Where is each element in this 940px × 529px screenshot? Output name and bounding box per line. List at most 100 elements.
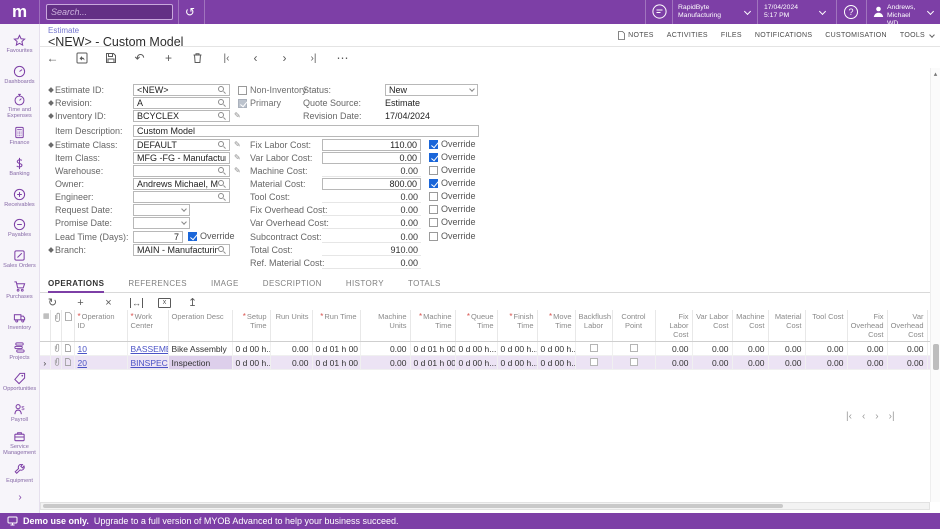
var-overhead-cost-cell[interactable]: 0.00 bbox=[887, 355, 928, 370]
search-input[interactable] bbox=[51, 7, 168, 17]
paperclip-column-header[interactable] bbox=[50, 310, 62, 342]
finish-time-cell[interactable]: 0 d 00 h... bbox=[497, 341, 538, 356]
sidebar-item-favourites[interactable]: Favourites bbox=[0, 29, 39, 60]
first-record-button[interactable]: |‹ bbox=[220, 53, 233, 64]
checkbox[interactable] bbox=[429, 139, 438, 149]
checkbox[interactable] bbox=[429, 231, 438, 241]
promise-date-field[interactable] bbox=[133, 217, 190, 229]
override-checkbox[interactable]: Override bbox=[429, 139, 476, 149]
tab-image[interactable]: IMAGE bbox=[211, 276, 239, 293]
control-point-cell[interactable] bbox=[612, 355, 656, 370]
column-header-move-time[interactable]: *Move Time bbox=[537, 310, 576, 342]
notes-column-header[interactable] bbox=[61, 310, 75, 342]
override-checkbox[interactable]: Override bbox=[429, 165, 476, 175]
next-record-button[interactable]: › bbox=[278, 51, 291, 65]
override-checkbox[interactable]: Override bbox=[429, 178, 476, 188]
var-overhead-cost-cell[interactable]: 0.00 bbox=[887, 341, 928, 356]
sidebar-item-dashboards[interactable]: Dashboards bbox=[0, 60, 39, 91]
insert-button[interactable]: + bbox=[162, 51, 175, 65]
sidebar-item-finance[interactable]: Finance bbox=[0, 121, 39, 152]
engineer-field[interactable] bbox=[133, 191, 230, 203]
tools-button[interactable]: TOOLS bbox=[900, 31, 935, 39]
vertical-scrollbar-thumb[interactable] bbox=[933, 344, 939, 370]
tool-cost-cell[interactable]: 0.00 bbox=[805, 341, 848, 356]
row-note-cell[interactable] bbox=[61, 355, 75, 370]
row-selector-cell[interactable]: › bbox=[40, 355, 51, 370]
material-cost-field[interactable]: 800.00 bbox=[322, 178, 421, 190]
control-point-cell[interactable] bbox=[612, 341, 656, 356]
owner-field[interactable]: Andrews Michael, Mr bbox=[133, 178, 230, 190]
company-selector[interactable]: RapidByte Manufacturing bbox=[678, 4, 721, 20]
notifications-button[interactable]: NOTIFICATIONS bbox=[755, 32, 812, 39]
activities-button[interactable]: ACTIVITIES bbox=[667, 32, 708, 39]
last-record-button[interactable]: ›| bbox=[307, 53, 320, 64]
search-box[interactable] bbox=[46, 4, 173, 20]
sidebar-item-time-and-expenses[interactable]: Time and Expenses bbox=[0, 90, 39, 121]
fit-to-screen-button[interactable]: ↔ bbox=[130, 297, 143, 308]
sidebar-item-service-management[interactable]: Service Management bbox=[0, 428, 39, 459]
row-selector-header[interactable]: ▦ bbox=[40, 310, 51, 342]
chevron-down-icon[interactable] bbox=[743, 7, 752, 16]
sidebar-item-inventory[interactable]: Inventory bbox=[0, 305, 39, 336]
override-checkbox[interactable]: Override bbox=[429, 231, 476, 241]
material-cost-cell[interactable]: 0.00 bbox=[768, 355, 806, 370]
lookup-icon[interactable] bbox=[218, 141, 226, 149]
column-header-machine-cost[interactable]: Machine Cost bbox=[732, 310, 769, 342]
control-point-checkbox[interactable] bbox=[629, 357, 638, 366]
inventory-id-field[interactable]: BCYCLEX bbox=[133, 110, 230, 122]
estimate-class-field[interactable]: DEFAULT bbox=[133, 139, 230, 151]
item-class-field[interactable]: MFG -FG - Manufacturing Finish bbox=[133, 152, 230, 164]
checkbox[interactable] bbox=[429, 191, 438, 201]
column-header-material-cost[interactable]: Material Cost bbox=[768, 310, 806, 342]
operation-desc-cell[interactable]: Inspection bbox=[168, 355, 233, 370]
operation-id-link[interactable]: 20 bbox=[78, 358, 87, 368]
branch-field[interactable]: MAIN - Manufacturing bbox=[133, 244, 230, 256]
column-header-run-time[interactable]: *Run Time bbox=[312, 310, 361, 342]
grid-add-row-button[interactable]: + bbox=[74, 297, 87, 309]
customisation-button[interactable]: CUSTOMISATION bbox=[825, 32, 887, 39]
grid-delete-row-button[interactable]: × bbox=[102, 297, 115, 309]
override-checkbox[interactable]: Override bbox=[429, 152, 476, 162]
machine-cost-cell[interactable]: 0.00 bbox=[732, 355, 769, 370]
column-header-tool-cost[interactable]: Tool Cost bbox=[805, 310, 848, 342]
column-header-machine-units[interactable]: Machine Units bbox=[360, 310, 411, 342]
column-header-fix-labor-cost[interactable]: Fix Labor Cost bbox=[655, 310, 693, 342]
checkbox[interactable] bbox=[429, 178, 438, 188]
save-button[interactable] bbox=[104, 52, 117, 64]
machine-time-cell[interactable]: 0 d 01 h 00 m bbox=[410, 355, 456, 370]
move-time-cell[interactable]: 0 d 00 h... bbox=[537, 355, 576, 370]
grid-row-operation-20[interactable]: › 20 BINSPECT Inspection 0 d 00 h... 0.0… bbox=[40, 355, 930, 370]
var-labor-cost-cell[interactable]: 0.00 bbox=[692, 355, 733, 370]
scroll-up-arrow[interactable]: ▴ bbox=[931, 70, 940, 78]
recent-history-icon[interactable]: ↺ bbox=[185, 4, 195, 20]
fix-labor-cost-field[interactable]: 110.00 bbox=[322, 139, 421, 151]
fix-overhead-cost-cell[interactable]: 0.00 bbox=[847, 355, 888, 370]
lookup-icon[interactable] bbox=[218, 180, 226, 188]
user-avatar-icon[interactable] bbox=[872, 5, 885, 22]
back-button[interactable]: ← bbox=[46, 51, 59, 65]
warehouse-field[interactable] bbox=[133, 165, 230, 177]
tab-operations[interactable]: OPERATIONS bbox=[48, 276, 105, 293]
lookup-icon[interactable] bbox=[218, 86, 226, 94]
edit-pencil-icon[interactable]: ✎ bbox=[234, 166, 241, 175]
column-header-work-center[interactable]: *Work Center bbox=[127, 310, 169, 342]
material-cost-cell[interactable]: 0.00 bbox=[768, 341, 806, 356]
column-header-fix-overhead-cost[interactable]: Fix Overhead Cost bbox=[847, 310, 888, 342]
sidebar-item-projects[interactable]: Projects bbox=[0, 336, 39, 367]
status-dropdown[interactable]: New bbox=[385, 84, 478, 96]
non-inventory-checkbox[interactable]: Non-Inventory bbox=[238, 85, 307, 95]
checkbox[interactable] bbox=[188, 231, 197, 241]
vertical-scrollbar[interactable]: ▴ bbox=[930, 68, 940, 502]
finish-time-cell[interactable]: 0 d 00 h... bbox=[497, 355, 538, 370]
sidebar-item-payables[interactable]: Payables bbox=[0, 213, 39, 244]
tab-description[interactable]: DESCRIPTION bbox=[263, 276, 322, 293]
sidebar-item-banking[interactable]: Banking bbox=[0, 152, 39, 183]
previous-record-button[interactable]: ‹ bbox=[249, 51, 262, 65]
checkbox[interactable] bbox=[429, 165, 438, 175]
var-labor-cost-cell[interactable]: 0.00 bbox=[692, 341, 733, 356]
work-center-link[interactable]: BASSEMBLY bbox=[131, 344, 168, 354]
sidebar-item-sales-orders[interactable]: Sales Orders bbox=[0, 244, 39, 275]
column-header-queue-time[interactable]: *Queue Time bbox=[455, 310, 498, 342]
tab-totals[interactable]: TOTALS bbox=[408, 276, 441, 293]
edit-pencil-icon[interactable]: ✎ bbox=[234, 140, 241, 149]
